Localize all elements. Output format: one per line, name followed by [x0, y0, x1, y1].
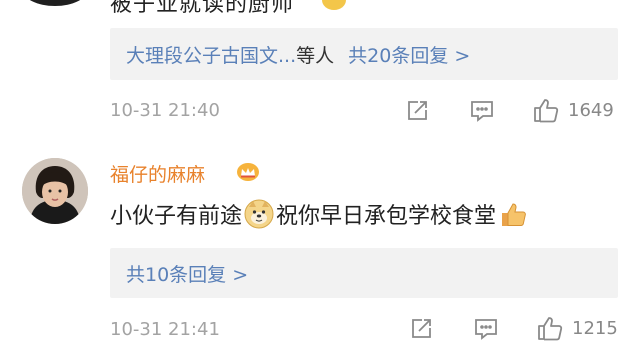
comment-icon[interactable]: [468, 98, 496, 124]
avatar[interactable]: [22, 0, 88, 6]
like-icon[interactable]: [532, 96, 560, 124]
comment-text: 小伙子有前途 祝你早日承包学校食堂: [110, 198, 530, 230]
like-count: 1649: [568, 100, 614, 121]
like-icon[interactable]: [536, 314, 564, 342]
vip-crown-icon: [236, 162, 260, 182]
comment-text-part: 小伙子有前途: [110, 204, 243, 229]
username[interactable]: 福仔的麻麻: [110, 160, 205, 187]
comment-text-part: 祝你早日承包学校食堂: [276, 204, 497, 229]
share-icon[interactable]: [404, 98, 430, 124]
reply-summary[interactable]: 共10条回复 >: [110, 248, 618, 298]
doge-emoji-icon: [244, 199, 274, 229]
comment-meta: 10-31 21:40: [110, 95, 640, 125]
reply-count-link[interactable]: 共20条回复 >: [348, 41, 470, 68]
reply-names-suffix: 等人: [296, 44, 335, 67]
comment-text: 被子业就读的厨师: [110, 0, 295, 17]
thumbs-up-emoji-icon: [498, 199, 528, 229]
reply-summary[interactable]: 大理段公子古国文... 等人 共20条回复 >: [110, 28, 618, 80]
smiley-emoji-icon: [322, 0, 346, 10]
comment-time: 10-31 21:40: [110, 99, 220, 121]
reply-names[interactable]: 大理段公子古国文...: [110, 41, 296, 68]
comment-time: 10-31 21:41: [110, 318, 220, 340]
like-count: 1215: [572, 318, 618, 339]
comment-icon[interactable]: [472, 316, 500, 342]
share-icon[interactable]: [408, 316, 434, 342]
avatar[interactable]: [22, 158, 88, 224]
reply-count-link[interactable]: 共10条回复 >: [110, 260, 248, 287]
